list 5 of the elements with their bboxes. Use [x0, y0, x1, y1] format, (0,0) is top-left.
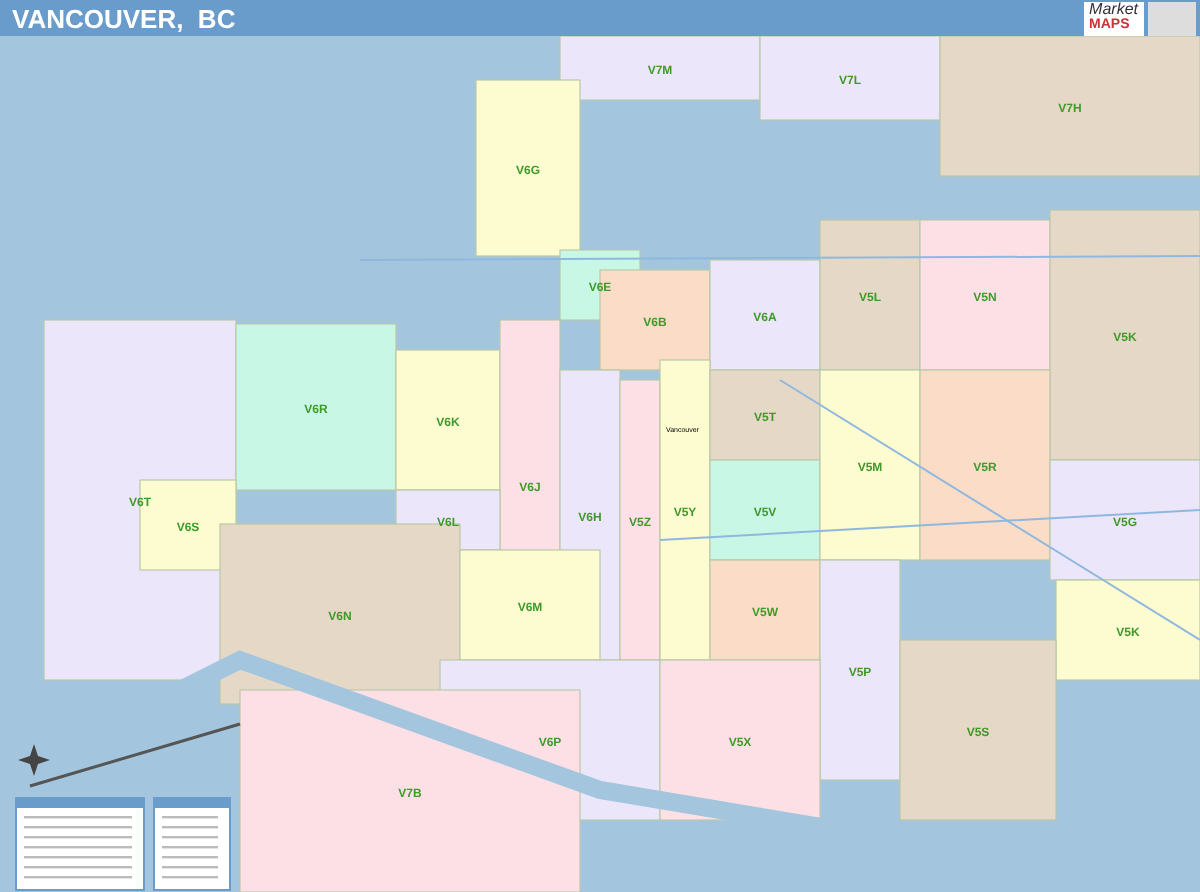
compass-icon	[18, 744, 50, 776]
map-title: VANCOUVER, BC	[12, 3, 238, 33]
legend-panel	[15, 797, 145, 891]
legend-panel	[153, 797, 231, 891]
logo-badge	[1148, 1, 1196, 35]
